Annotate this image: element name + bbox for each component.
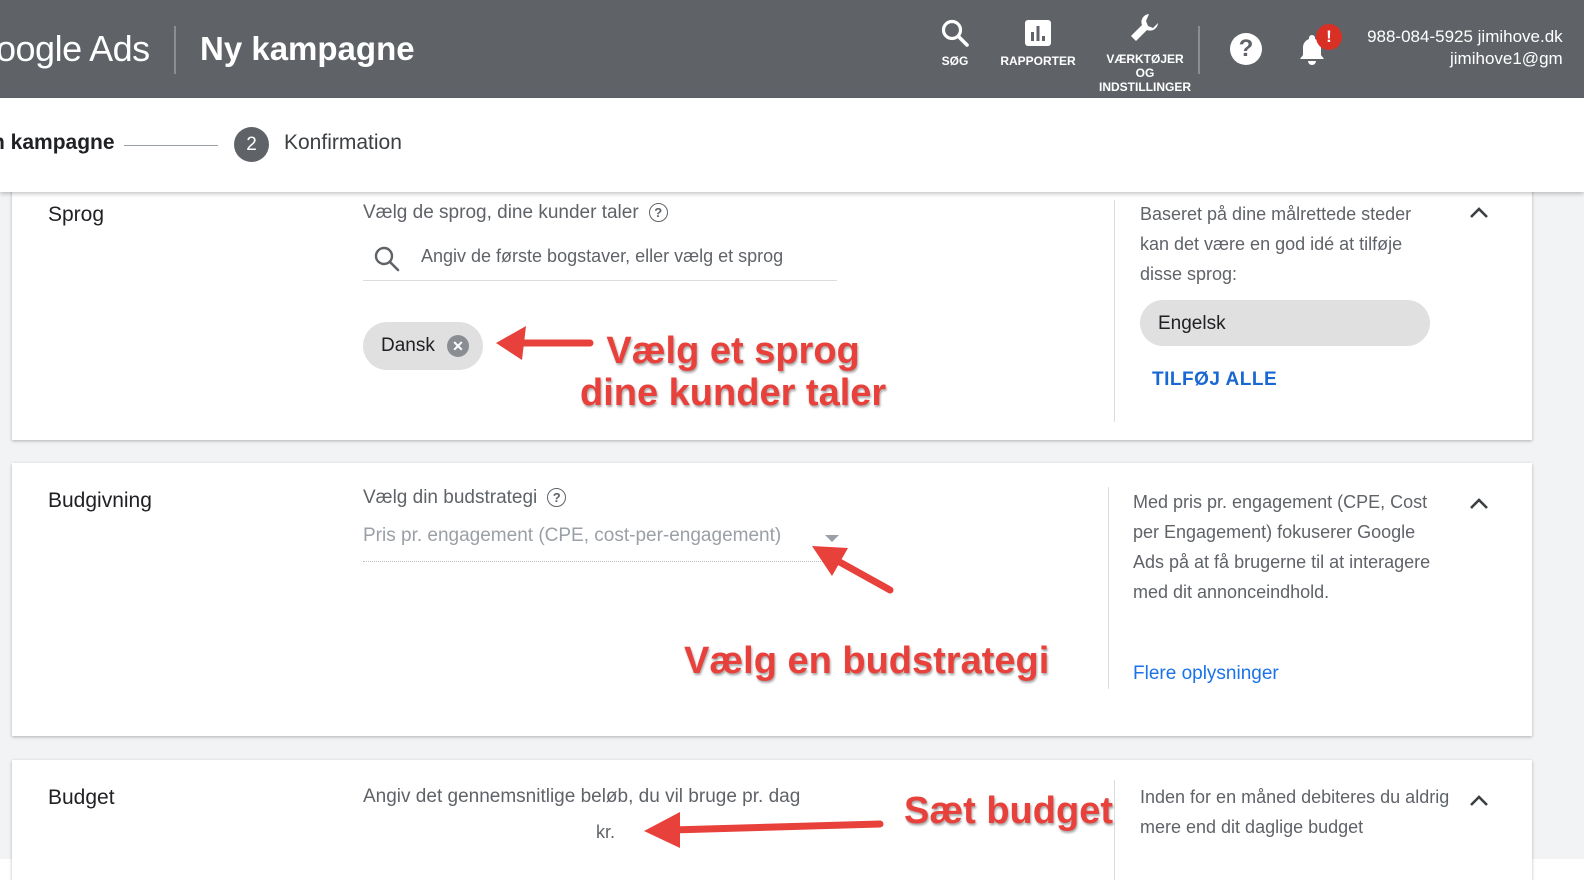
annotation-choose-language: Vælg et sprog dine kunder taler [580, 330, 887, 414]
remove-chip-icon[interactable]: ✕ [447, 335, 469, 357]
app-header: oogle Ads Ny kampagne SØG RAPPORTER VÆRK… [0, 0, 1584, 98]
step-1-label[interactable]: n kampagne [0, 131, 115, 155]
annotation-choose-bid-strategy: Vælg en budstrategi [684, 640, 1050, 682]
header-divider-right [1198, 26, 1200, 74]
google-ads-logo[interactable]: oogle Ads [0, 28, 150, 70]
language-search [363, 242, 837, 281]
language-section-title: Sprog [48, 203, 105, 226]
help-circle-icon[interactable]: ? [547, 488, 567, 507]
page-title: Ny kampagne [200, 30, 415, 67]
bidding-help-text: Med pris pr. engagement (CPE, Cost per E… [1133, 492, 1431, 602]
search-button[interactable]: SØG [930, 18, 980, 68]
budget-help-text: Inden for en måned debiteres du aldrig m… [1140, 787, 1450, 837]
budget-currency: kr. [596, 822, 616, 842]
more-info-link[interactable]: Flere oplysninger [1133, 663, 1279, 685]
annotation-set-budget: Sæt budget [904, 790, 1113, 832]
help-circle-icon[interactable]: ? [648, 203, 668, 222]
card-divider [1108, 487, 1109, 689]
bidding-label-text: Vælg din budstrategi [363, 487, 538, 508]
annotation-arrow-language [496, 326, 594, 360]
chevron-up-icon[interactable] [1468, 497, 1490, 511]
account-email: jimihove1@gm [1450, 49, 1563, 68]
account-id: 988-084-5925 jimihove.dk [1367, 27, 1563, 46]
tools-settings-button[interactable]: VÆRKTØJER OG INDSTILLINGER [1094, 10, 1196, 94]
reports-button[interactable]: RAPPORTER [996, 18, 1080, 68]
bidding-section-title: Budgivning [48, 489, 152, 512]
search-icon [941, 19, 969, 47]
language-field-label: Vælg de sprog, dine kunder taler? [363, 202, 668, 224]
campaign-stepper: n kampagne 2 Konfirmation [0, 98, 1584, 192]
step-2-label[interactable]: Konfirmation [284, 131, 402, 155]
annotation-arrow-budget [644, 812, 884, 848]
budget-section-title: Budget [48, 786, 115, 809]
suggested-language-chip[interactable]: Engelsk [1140, 300, 1430, 346]
step-2-number: 2 [234, 127, 269, 162]
chevron-up-icon[interactable] [1468, 206, 1490, 220]
suggested-language-label: Engelsk [1158, 313, 1226, 334]
help-icon[interactable]: ? [1230, 33, 1262, 65]
bidding-card: Budgivning Vælg din budstrategi? Pris pr… [12, 463, 1532, 736]
language-suggestion-text: Baseret på dine målrettede steder kan de… [1140, 204, 1412, 284]
search-button-label: SØG [941, 54, 969, 68]
selected-language-label: Dansk [381, 335, 435, 356]
bidding-field-label: Vælg din budstrategi? [363, 487, 567, 509]
selected-language-chip: Dansk ✕ [363, 322, 483, 370]
search-icon [374, 246, 400, 272]
reports-icon [1025, 20, 1051, 46]
step-connector [124, 145, 218, 146]
card-divider [1114, 780, 1115, 880]
annotation-arrow-bid [812, 546, 894, 594]
wrench-icon [1131, 14, 1158, 41]
settings-content: Sprog Vælg de sprog, dine kunder taler? … [0, 182, 1584, 880]
tools-settings-label: VÆRKTØJER OG INDSTILLINGER [1099, 52, 1191, 94]
notification-badge: ! [1316, 24, 1342, 50]
bid-strategy-dropdown[interactable]: Pris pr. engagement (CPE, cost-per-engag… [363, 523, 843, 562]
bid-strategy-value: Pris pr. engagement (CPE, cost-per-engag… [363, 525, 782, 546]
reports-button-label: RAPPORTER [1000, 54, 1076, 68]
header-divider [174, 26, 176, 74]
language-label-text: Vælg de sprog, dine kunder taler [363, 202, 639, 223]
language-search-input[interactable] [421, 246, 821, 267]
card-divider [1114, 200, 1115, 422]
chevron-up-icon[interactable] [1468, 794, 1490, 808]
add-all-button[interactable]: TILFØJ ALLE [1152, 369, 1277, 391]
account-info[interactable]: 988-084-5925 jimihove.dk jimihove1@gm [1360, 26, 1563, 70]
